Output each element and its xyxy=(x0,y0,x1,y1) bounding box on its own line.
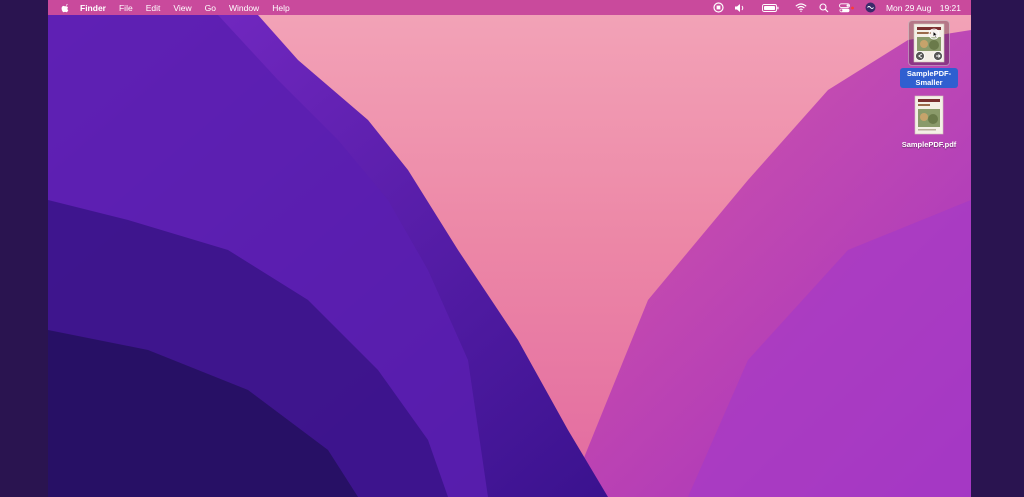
menu-bar: Finder File Edit View Go Window Help Mon… xyxy=(48,0,971,15)
menu-window[interactable]: Window xyxy=(229,3,259,13)
menubar-time: 19:21 xyxy=(939,2,961,13)
menu-view[interactable]: View xyxy=(173,3,191,13)
right-letterbox xyxy=(971,0,1024,497)
menubar-clock[interactable]: Mon 29 Aug 19:21 xyxy=(886,3,961,13)
left-letterbox xyxy=(0,0,48,497)
apple-icon[interactable] xyxy=(60,3,70,13)
volume-icon[interactable] xyxy=(734,3,746,13)
monterey-wallpaper xyxy=(48,0,971,497)
desktop-icon-samplepdf-smaller[interactable]: SamplePDF-Smaller xyxy=(894,20,964,88)
desktop-screen: Finder File Edit View Go Window Help Mon… xyxy=(48,0,971,497)
menu-go[interactable]: Go xyxy=(205,3,216,13)
battery-icon[interactable] xyxy=(762,3,779,12)
pdf-thumbnail xyxy=(908,20,950,66)
screen-record-icon[interactable] xyxy=(713,2,724,13)
siri-icon[interactable] xyxy=(865,2,876,13)
pdf-thumbnail xyxy=(909,93,949,137)
desktop-icon-samplepdf[interactable]: SamplePDF.pdf xyxy=(894,93,964,150)
spotlight-search-icon[interactable] xyxy=(819,2,829,13)
menu-help[interactable]: Help xyxy=(272,3,289,13)
menu-edit[interactable]: Edit xyxy=(146,3,161,13)
control-center-icon[interactable] xyxy=(839,2,855,13)
menu-finder[interactable]: Finder xyxy=(80,3,106,13)
pdf-document-icon xyxy=(914,95,944,135)
menubar-date: Mon 29 Aug xyxy=(885,2,932,13)
pdf-document-icon xyxy=(913,23,945,63)
menu-file[interactable]: File xyxy=(119,3,133,13)
desktop-icon-label: SamplePDF-Smaller xyxy=(900,68,958,88)
desktop-icon-label: SamplePDF.pdf xyxy=(901,140,957,149)
wifi-icon[interactable] xyxy=(795,3,807,12)
